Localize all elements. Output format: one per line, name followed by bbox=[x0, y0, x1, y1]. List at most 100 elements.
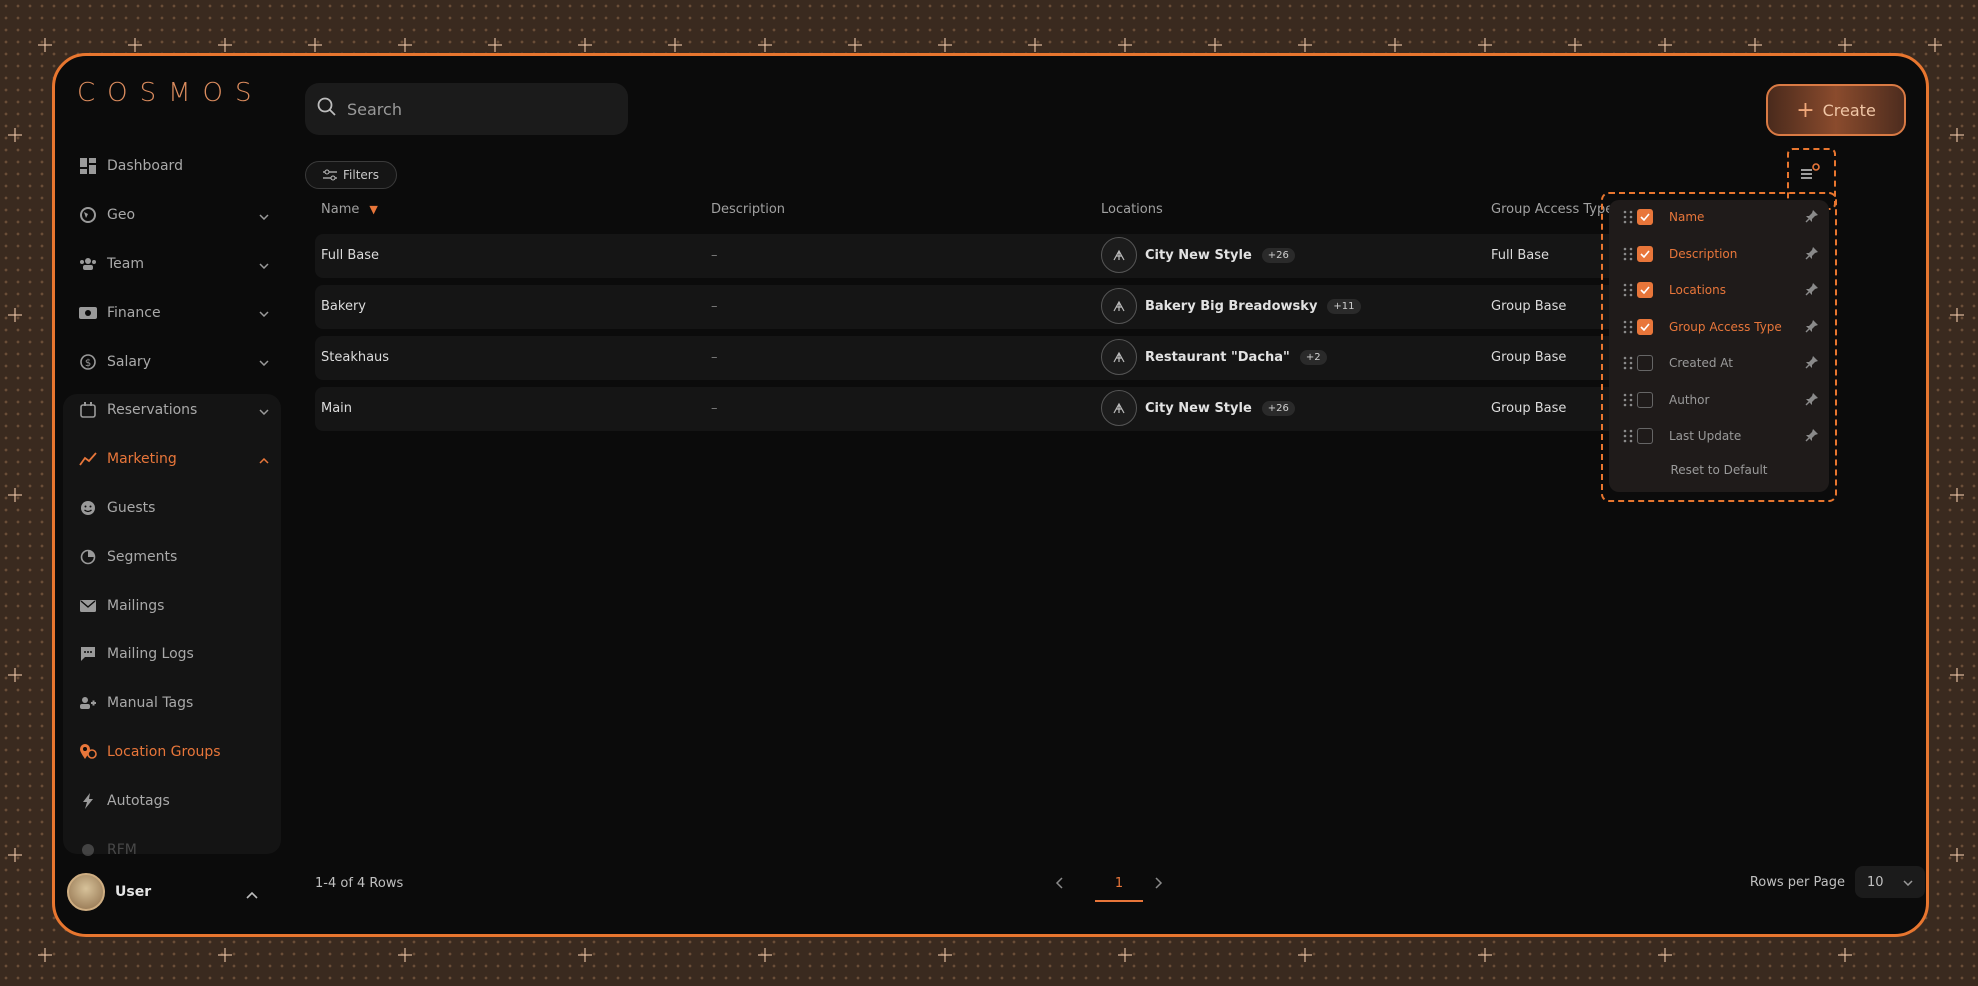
sidebar-item-label: Mailings bbox=[107, 597, 165, 614]
checkbox[interactable] bbox=[1637, 246, 1653, 262]
sidebar-item-manual-tags[interactable]: Manual Tags bbox=[55, 679, 287, 728]
pin-icon[interactable] bbox=[1805, 428, 1819, 445]
location-count-badge: +26 bbox=[1261, 247, 1295, 263]
pin-icon[interactable] bbox=[1805, 209, 1819, 226]
column-option-group-access-type[interactable]: Group Access Type bbox=[1623, 317, 1823, 337]
table-row[interactable]: Main – City New Style +26 Group Base bbox=[315, 387, 1715, 431]
table-row[interactable]: Full Base – City New Style +26 Full Base bbox=[315, 234, 1715, 278]
chevron-up-icon bbox=[246, 884, 258, 903]
checkbox[interactable] bbox=[1637, 282, 1653, 298]
page-number[interactable]: 1 bbox=[1095, 876, 1143, 891]
drag-handle-icon[interactable] bbox=[1623, 210, 1633, 224]
drag-handle-icon[interactable] bbox=[1623, 283, 1633, 297]
reset-to-default-button[interactable]: Reset to Default bbox=[1609, 463, 1829, 477]
sidebar-item-label: Team bbox=[107, 255, 145, 272]
drag-handle-icon[interactable] bbox=[1623, 247, 1633, 261]
sidebar-item-label: Guests bbox=[107, 499, 156, 516]
column-option-name[interactable]: Name bbox=[1623, 207, 1823, 227]
chevron-up-icon bbox=[259, 452, 269, 468]
column-header-locations[interactable]: Locations bbox=[1101, 202, 1163, 217]
sidebar-item-label: Mailing Logs bbox=[107, 646, 194, 663]
checkbox[interactable] bbox=[1637, 392, 1653, 408]
sidebar-item-label: Segments bbox=[107, 548, 178, 565]
create-label: Create bbox=[1822, 100, 1876, 120]
drag-handle-icon[interactable] bbox=[1623, 320, 1633, 334]
sidebar-item-rfm[interactable]: RFM bbox=[55, 825, 287, 874]
sidebar-item-label: Finance bbox=[107, 304, 161, 321]
sidebar-item-finance[interactable]: Finance bbox=[55, 288, 287, 337]
create-button[interactable]: + Create bbox=[1766, 84, 1906, 136]
rfm-icon bbox=[79, 841, 97, 859]
sidebar-item-salary[interactable]: $ Salary bbox=[55, 337, 287, 386]
column-option-last-update[interactable]: Last Update bbox=[1623, 426, 1823, 446]
cell-locations: Bakery Big Breadowsky +11 bbox=[1101, 288, 1361, 324]
bolt-icon bbox=[79, 792, 97, 810]
sidebar-nav: Dashboard Geo Team Finance $ Salary Rese… bbox=[55, 142, 287, 874]
sidebar-item-dashboard[interactable]: Dashboard bbox=[55, 142, 287, 191]
column-header-access-type[interactable]: Group Access Type bbox=[1491, 202, 1613, 217]
rows-per-page-label: Rows per Page bbox=[1749, 874, 1845, 890]
location-count-badge: +11 bbox=[1327, 298, 1361, 314]
cell-access-type: Group Base bbox=[1491, 299, 1567, 314]
cell-locations: Restaurant "Dacha" +2 bbox=[1101, 339, 1327, 375]
pin-icon[interactable] bbox=[1805, 392, 1819, 409]
column-header-description[interactable]: Description bbox=[711, 202, 785, 217]
table-header: Name ▼ Description Locations Group Acces… bbox=[315, 176, 1715, 234]
cell-description: – bbox=[711, 350, 718, 365]
pin-icon[interactable] bbox=[1805, 282, 1819, 299]
chevron-right-icon[interactable] bbox=[1155, 877, 1163, 893]
sidebar-item-reservations[interactable]: Reservations bbox=[55, 386, 287, 435]
sidebar-item-mailing-logs[interactable]: Mailing Logs bbox=[55, 630, 287, 679]
svg-text:$: $ bbox=[85, 358, 91, 369]
sidebar-item-label: Manual Tags bbox=[107, 695, 194, 712]
sort-desc-icon[interactable]: ▼ bbox=[369, 203, 377, 216]
location-logo-icon bbox=[1101, 288, 1137, 324]
rows-per-page-select[interactable]: 10 bbox=[1855, 866, 1925, 898]
sidebar-item-mailings[interactable]: Mailings bbox=[55, 581, 287, 630]
pagination: 1 bbox=[1055, 866, 1163, 906]
checkbox[interactable] bbox=[1637, 355, 1653, 371]
column-option-description[interactable]: Description bbox=[1623, 244, 1823, 264]
table-row[interactable]: Steakhaus – Restaurant "Dacha" +2 Group … bbox=[315, 336, 1715, 380]
cell-name: Steakhaus bbox=[321, 350, 390, 365]
location-logo-icon bbox=[1101, 339, 1137, 375]
location-count-badge: +2 bbox=[1299, 349, 1327, 365]
cell-access-type: Group Base bbox=[1491, 350, 1567, 365]
sidebar-item-label: Location Groups bbox=[107, 743, 221, 760]
chevron-left-icon[interactable] bbox=[1055, 877, 1063, 893]
pin-icon[interactable] bbox=[1805, 246, 1819, 263]
sidebar-item-autotags[interactable]: Autotags bbox=[55, 776, 287, 825]
column-option-locations[interactable]: Locations bbox=[1623, 280, 1823, 300]
drag-handle-icon[interactable] bbox=[1623, 393, 1633, 407]
tag-icon bbox=[79, 694, 97, 712]
guests-icon bbox=[79, 499, 97, 517]
cell-description: – bbox=[711, 401, 718, 416]
user-menu[interactable]: User bbox=[67, 872, 272, 912]
mail-icon bbox=[79, 597, 97, 615]
salary-icon: $ bbox=[79, 353, 97, 371]
cell-locations: City New Style +26 bbox=[1101, 237, 1295, 273]
sidebar-item-marketing[interactable]: Marketing bbox=[55, 435, 287, 484]
sidebar-item-geo[interactable]: Geo bbox=[55, 191, 287, 240]
pin-icon[interactable] bbox=[1805, 355, 1819, 372]
sidebar-item-label: Autotags bbox=[107, 792, 170, 809]
pin-icon[interactable] bbox=[1805, 319, 1819, 336]
chevron-down-icon bbox=[259, 305, 269, 321]
checkbox[interactable] bbox=[1637, 428, 1653, 444]
chevron-down-icon bbox=[259, 257, 269, 273]
column-option-author[interactable]: Author bbox=[1623, 390, 1823, 410]
finance-icon bbox=[79, 304, 97, 322]
drag-handle-icon[interactable] bbox=[1623, 356, 1633, 370]
checkbox[interactable] bbox=[1637, 209, 1653, 225]
sidebar-item-location-groups[interactable]: Location Groups bbox=[55, 728, 287, 777]
sidebar-item-guests[interactable]: Guests bbox=[55, 484, 287, 533]
location-count-badge: +26 bbox=[1261, 400, 1295, 416]
search-input[interactable]: Search bbox=[305, 83, 628, 135]
column-header-name[interactable]: Name ▼ bbox=[321, 202, 378, 217]
column-option-created-at[interactable]: Created At bbox=[1623, 353, 1823, 373]
table-row[interactable]: Bakery – Bakery Big Breadowsky +11 Group… bbox=[315, 285, 1715, 329]
drag-handle-icon[interactable] bbox=[1623, 429, 1633, 443]
sidebar-item-segments[interactable]: Segments bbox=[55, 532, 287, 581]
sidebar-item-team[interactable]: Team bbox=[55, 240, 287, 289]
checkbox[interactable] bbox=[1637, 319, 1653, 335]
